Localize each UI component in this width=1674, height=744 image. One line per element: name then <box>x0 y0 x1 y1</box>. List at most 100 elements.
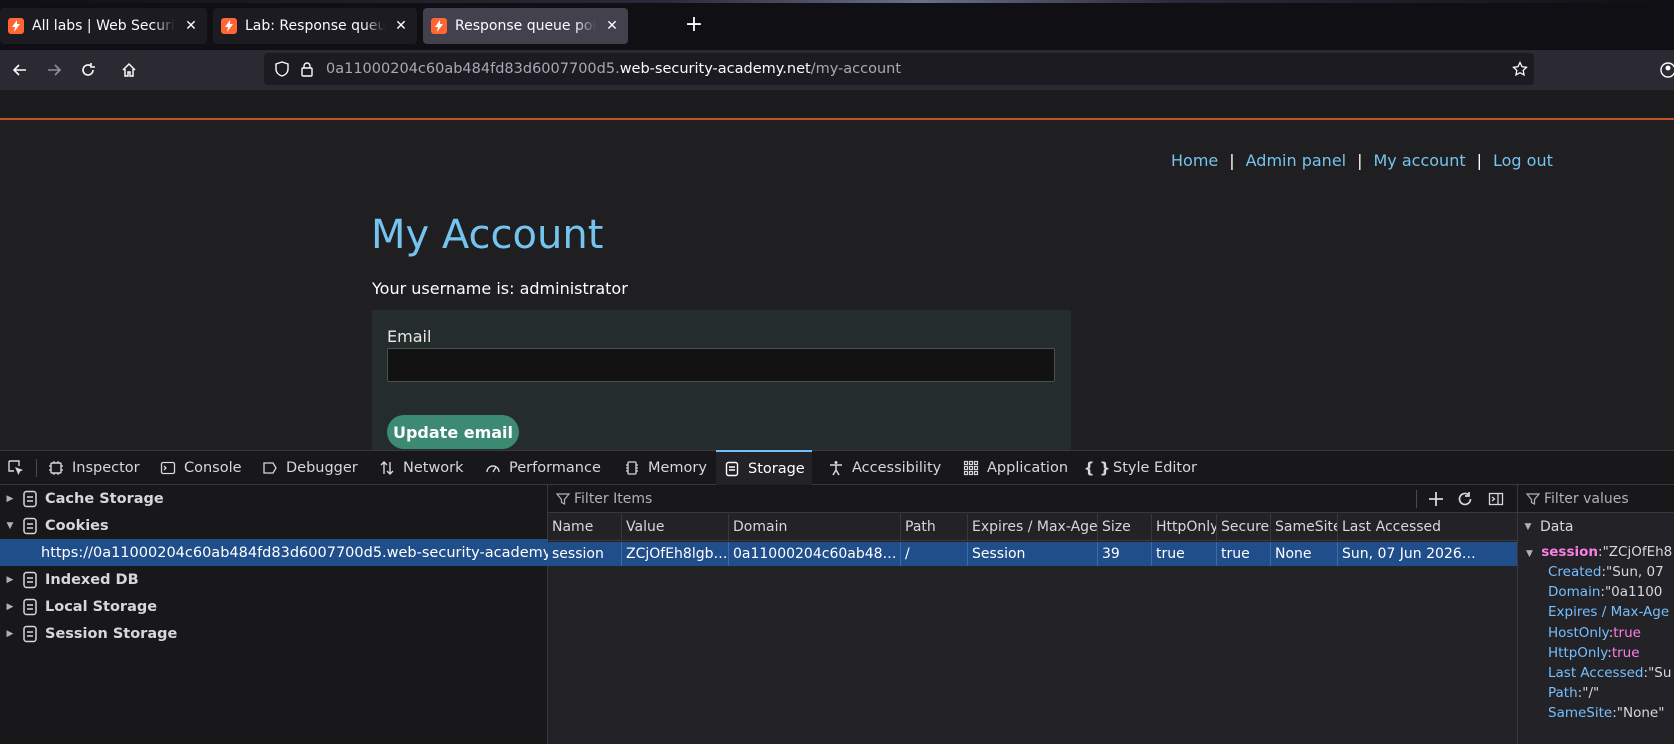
shield-icon[interactable] <box>274 61 290 77</box>
tab-memory[interactable]: Memory <box>616 451 714 485</box>
tree-item-cache-storage[interactable]: ▶ Cache Storage <box>0 485 548 512</box>
cell-last-accessed[interactable]: Sun, 07 Jun 2026… <box>1337 542 1517 566</box>
detail-line[interactable]: HttpOnly:true <box>1548 643 1640 663</box>
tree-label: Local Storage <box>45 598 158 615</box>
detail-line[interactable]: Path:"/" <box>1548 683 1599 703</box>
close-icon[interactable]: ✕ <box>604 18 620 34</box>
element-picker-icon[interactable] <box>6 458 26 478</box>
cell-name[interactable]: session <box>548 542 621 566</box>
table-row[interactable]: session ZCjOfEh8lgb… 0a11000204c60ab484f… <box>548 542 1517 566</box>
devtools-toolbar: Inspector Console Debugger Network Perfo… <box>0 450 1674 485</box>
filter-items-input[interactable]: Filter Items <box>574 491 652 507</box>
detail-line[interactable]: HostOnly:true <box>1548 623 1641 643</box>
reload-button[interactable] <box>74 56 102 84</box>
cell-httponly[interactable]: true <box>1151 542 1216 566</box>
plus-icon <box>1429 492 1443 506</box>
refresh-items-button[interactable] <box>1454 488 1476 510</box>
debugger-icon <box>261 459 279 477</box>
column-header[interactable]: Size <box>1097 514 1151 541</box>
detail-line[interactable]: SameSite:"None" <box>1548 703 1664 723</box>
tab-style-editor[interactable]: { } Style Editor <box>1081 451 1204 485</box>
url-host: web-security-academy.net <box>619 61 811 77</box>
cell-domain[interactable]: 0a11000204c60ab484f… <box>728 542 900 566</box>
column-header[interactable]: Domain <box>728 514 900 541</box>
nav-my-account-link[interactable]: My account <box>1374 151 1466 170</box>
detail-line[interactable]: Created:"Sun, 07 <box>1548 562 1664 582</box>
tree-item-cookie-origin[interactable]: https://0a11000204c60ab484fd83d6007700d5… <box>0 539 578 566</box>
database-icon <box>23 517 37 534</box>
cell-secure[interactable]: true <box>1216 542 1270 566</box>
tree-item-cookies[interactable]: ▼ Cookies <box>0 512 548 539</box>
update-email-button[interactable]: Update email <box>387 415 519 449</box>
nav-admin-panel-link[interactable]: Admin panel <box>1246 151 1346 170</box>
url-text[interactable]: 0a11000204c60ab484fd83d6007700d5.web-sec… <box>326 61 901 77</box>
tab-application[interactable]: Application <box>955 451 1075 485</box>
detail-line[interactable]: Domain:"0a1100 <box>1548 582 1662 602</box>
column-header[interactable]: Expires / Max-Age <box>967 514 1097 541</box>
forward-button[interactable] <box>40 56 68 84</box>
collapse-arrow-icon[interactable]: ▼ <box>1526 549 1533 559</box>
cell-size[interactable]: 39 <box>1097 542 1151 566</box>
toggle-sidebar-button[interactable] <box>1485 488 1507 510</box>
tab-inspector[interactable]: Inspector <box>40 451 147 485</box>
nav-log-out-link[interactable]: Log out <box>1493 151 1553 170</box>
cell-expires[interactable]: Session <box>967 542 1097 566</box>
session-value: "ZCjOfEh8 <box>1602 544 1673 560</box>
column-header[interactable]: Path <box>900 514 967 541</box>
detail-line[interactable]: Expires / Max-Age <box>1548 602 1669 622</box>
tab-response-queue[interactable]: Response queue poisoning ✕ <box>423 8 628 44</box>
bookmark-star-icon[interactable] <box>1512 61 1528 77</box>
tab-network[interactable]: Network <box>371 451 471 485</box>
collapse-arrow-icon[interactable]: ▼ <box>4 521 16 531</box>
close-icon[interactable]: ✕ <box>393 18 409 34</box>
detail-line[interactable]: Last Accessed:"Su <box>1548 663 1671 683</box>
new-tab-button[interactable]: + <box>680 12 708 40</box>
column-header[interactable]: HttpOnly <box>1151 514 1216 541</box>
cell-path[interactable]: / <box>900 542 967 566</box>
tab-storage[interactable]: Storage <box>716 450 812 485</box>
detail-value: "Sun, 07 <box>1606 564 1664 580</box>
session-entry[interactable]: ▼ session:"ZCjOfEh8 <box>1526 542 1672 562</box>
column-header[interactable]: Secure <box>1216 514 1270 541</box>
column-header[interactable]: Last Accessed <box>1337 514 1517 541</box>
tab-accessibility[interactable]: Accessibility <box>820 451 948 485</box>
data-section-header[interactable]: ▼ Data <box>1518 514 1674 540</box>
email-field[interactable] <box>387 348 1055 382</box>
tab-lab[interactable]: Lab: Response queue poisoning ✕ <box>213 8 417 44</box>
expand-arrow-icon[interactable]: ▶ <box>4 575 16 585</box>
tab-debugger[interactable]: Debugger <box>254 451 365 485</box>
expand-arrow-icon[interactable]: ▶ <box>4 602 16 612</box>
column-header[interactable]: Value <box>621 514 728 541</box>
collapse-arrow-icon[interactable]: ▼ <box>1522 522 1534 532</box>
session-key: session <box>1541 544 1598 560</box>
lock-icon[interactable] <box>300 61 314 77</box>
nav-home-link[interactable]: Home <box>1171 151 1218 170</box>
filter-values-input[interactable]: Filter values <box>1544 491 1629 507</box>
tree-label: https://0a11000204c60ab484fd83d6007700d5… <box>41 544 578 561</box>
cell-value[interactable]: ZCjOfEh8lgb… <box>621 542 728 566</box>
expand-arrow-icon[interactable]: ▶ <box>4 629 16 639</box>
account-icon[interactable] <box>1660 62 1674 78</box>
back-button[interactable] <box>6 56 34 84</box>
tab-performance[interactable]: Performance <box>477 451 608 485</box>
close-icon[interactable]: ✕ <box>183 18 199 34</box>
database-icon <box>23 598 37 615</box>
tab-console[interactable]: Console <box>152 451 249 485</box>
inspector-icon <box>47 459 65 477</box>
home-button[interactable] <box>115 56 143 84</box>
cell-samesite[interactable]: None <box>1270 542 1337 566</box>
tab-label: Accessibility <box>852 460 942 476</box>
url-bar[interactable]: 0a11000204c60ab484fd83d6007700d5.web-sec… <box>264 53 1534 85</box>
tree-item-indexed-db[interactable]: ▶ Indexed DB <box>0 566 548 593</box>
page-title: My Account <box>371 212 604 258</box>
detail-value: "/" <box>1582 685 1600 701</box>
add-item-button[interactable] <box>1425 488 1447 510</box>
column-header[interactable]: Name <box>548 514 621 541</box>
expand-arrow-icon[interactable]: ▶ <box>4 494 16 504</box>
storage-icon <box>723 460 741 478</box>
tab-all-labs[interactable]: All labs | Web Security Academy ✕ <box>0 8 207 44</box>
refresh-icon <box>1458 492 1472 506</box>
tree-item-session-storage[interactable]: ▶ Session Storage <box>0 620 548 647</box>
tree-item-local-storage[interactable]: ▶ Local Storage <box>0 593 548 620</box>
column-header[interactable]: SameSite <box>1270 514 1337 541</box>
